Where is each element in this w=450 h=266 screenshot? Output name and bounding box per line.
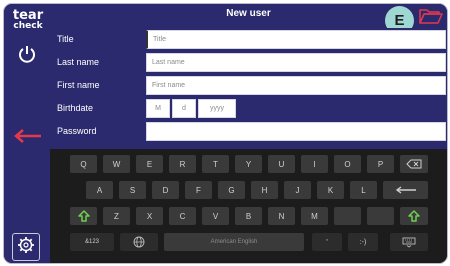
gear-icon — [17, 236, 35, 259]
shift-icon — [408, 210, 420, 222]
key-backspace[interactable] — [400, 155, 428, 173]
backspace-icon — [406, 159, 422, 169]
password-label: Password — [57, 126, 97, 136]
back-arrow-icon[interactable] — [12, 128, 42, 144]
key-z[interactable]: Z — [103, 207, 130, 225]
form-row-birthdate: Birthdate M d yyyy — [50, 97, 447, 120]
key-q[interactable]: Q — [70, 155, 97, 173]
key-w[interactable]: W — [103, 155, 130, 173]
key-g[interactable]: G — [218, 181, 245, 199]
key-language[interactable] — [120, 233, 158, 251]
logo-line1: tear — [12, 8, 44, 23]
key-a[interactable]: A — [86, 181, 113, 199]
open-folder-icon[interactable] — [419, 8, 443, 24]
key-t[interactable]: T — [202, 155, 229, 173]
key-x[interactable]: X — [136, 207, 163, 225]
key-y[interactable]: Y — [235, 155, 262, 173]
power-icon[interactable] — [17, 44, 37, 64]
key-space[interactable]: American English — [164, 233, 304, 251]
shift-icon — [77, 210, 90, 222]
sidebar: tear check — [4, 4, 50, 263]
on-screen-keyboard: Q W E R T Y U I O P A S D F G H J K L Z … — [50, 149, 447, 263]
key-m[interactable]: M — [301, 207, 328, 225]
first-name-input[interactable]: First name — [146, 76, 446, 95]
key-n[interactable]: N — [268, 207, 295, 225]
key-h[interactable]: H — [251, 181, 278, 199]
key-enter[interactable] — [383, 181, 428, 199]
birth-year-field[interactable]: yyyy — [198, 99, 236, 118]
settings-button[interactable] — [12, 233, 40, 261]
key-p[interactable]: P — [367, 155, 394, 173]
enter-icon — [395, 186, 417, 194]
logo-line2: check — [13, 21, 43, 31]
key-i[interactable]: I — [301, 155, 328, 173]
key-apostrophe[interactable]: ' — [312, 233, 342, 251]
key-smiley[interactable]: :-) — [348, 233, 378, 251]
key-l[interactable]: L — [350, 181, 377, 199]
key-f[interactable]: F — [185, 181, 212, 199]
last-name-input[interactable]: Last name — [146, 53, 446, 72]
tearcheck-logo: tear check — [11, 8, 45, 32]
birth-day-field[interactable]: d — [172, 99, 196, 118]
birthdate-label: Birthdate — [57, 103, 94, 113]
key-k[interactable]: K — [317, 181, 344, 199]
keyboard-icon — [402, 237, 416, 248]
key-numbers[interactable]: &123 — [70, 233, 114, 251]
form-row-title: Title Title — [50, 28, 447, 51]
last-name-label: Last name — [57, 57, 100, 67]
key-d[interactable]: D — [152, 181, 179, 199]
title-label: Title — [57, 34, 74, 44]
form-row-first-name: First name First name — [50, 74, 447, 97]
app-window: tear check New user E Title Title Last n… — [3, 3, 448, 264]
key-shift-right[interactable] — [400, 207, 428, 225]
title-input[interactable]: Title — [146, 30, 446, 49]
form-row-last-name: Last name Last name — [50, 51, 447, 74]
key-s[interactable]: S — [119, 181, 146, 199]
key-o[interactable]: O — [334, 155, 361, 173]
form-row-password: Password — [50, 120, 447, 143]
key-blank-1[interactable] — [334, 207, 361, 225]
key-shift-left[interactable] — [70, 207, 97, 225]
key-e[interactable]: E — [136, 155, 163, 173]
key-c[interactable]: C — [169, 207, 196, 225]
key-blank-2[interactable] — [367, 207, 394, 225]
key-hide-keyboard[interactable] — [390, 233, 428, 251]
birth-month-field[interactable]: M — [146, 99, 170, 118]
key-u[interactable]: U — [268, 155, 295, 173]
globe-icon — [133, 236, 145, 248]
key-v[interactable]: V — [202, 207, 229, 225]
first-name-label: First name — [57, 80, 100, 90]
key-b[interactable]: B — [235, 207, 262, 225]
key-j[interactable]: J — [284, 181, 311, 199]
password-input[interactable] — [146, 122, 446, 141]
main-panel: New user E Title Title Last name Last na… — [50, 4, 447, 263]
key-r[interactable]: R — [169, 155, 196, 173]
